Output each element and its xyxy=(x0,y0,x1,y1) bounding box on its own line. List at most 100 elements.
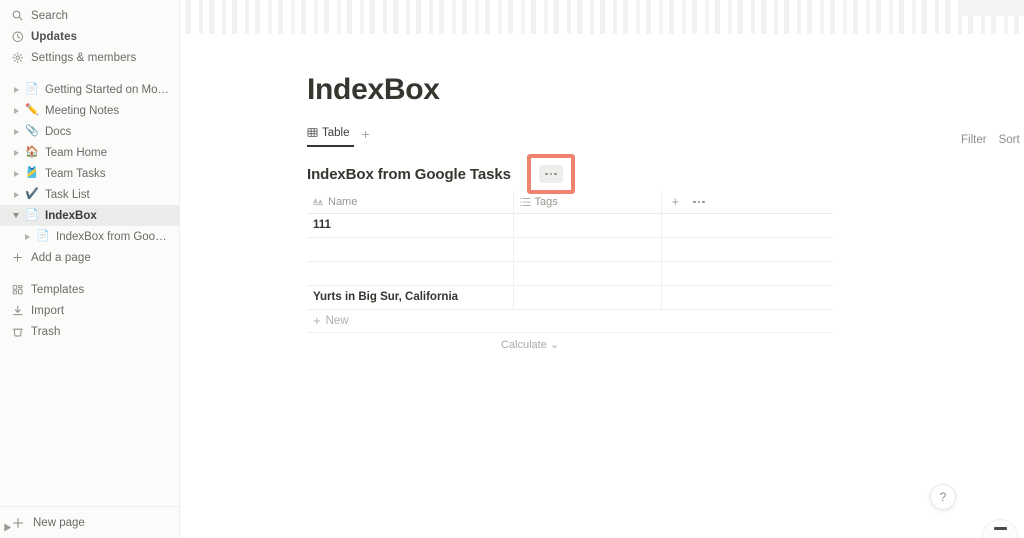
sidebar-item-label: Settings & members xyxy=(31,51,137,64)
sidebar-add-page-label: Add a page xyxy=(31,251,91,264)
sidebar-add-a-page[interactable]: Add a page xyxy=(0,247,179,268)
sidebar-item-label: Import xyxy=(31,304,65,317)
templates-icon xyxy=(10,284,25,296)
chevron-down-icon: ⌄ xyxy=(549,339,560,351)
sidebar-page-label: Team Home xyxy=(45,146,107,159)
table-header: Name Tags + xyxy=(307,191,833,214)
sidebar-page-task-list[interactable]: ✔️ Task List xyxy=(0,184,179,205)
chevron-right-icon[interactable] xyxy=(11,149,21,156)
table-icon xyxy=(307,127,318,138)
database-menu-button[interactable] xyxy=(539,165,563,183)
main-content-pane: IndexBox Table + IndexBox from Google Ta… xyxy=(180,0,1024,538)
cell-name[interactable] xyxy=(307,261,514,286)
database-toolbar: Filter Sort New xyxy=(955,129,1024,151)
text-type-icon xyxy=(313,197,324,206)
sidebar-scroll-area: Search Updates Settings & members 📄 Gett… xyxy=(0,0,179,506)
sidebar-item-label: Search xyxy=(31,9,69,22)
column-header-actions: + xyxy=(661,191,833,214)
sidebar-item-settings-members[interactable]: Settings & members xyxy=(0,47,179,68)
calculate-button[interactable]: Calculate ⌄ xyxy=(307,334,833,356)
cell-name[interactable]: 111 xyxy=(307,213,514,238)
column-header-label: Name xyxy=(328,195,358,208)
add-view-button[interactable]: + xyxy=(362,127,370,141)
table-row[interactable] xyxy=(307,237,833,262)
plus-icon: + xyxy=(313,313,321,328)
chevron-right-icon[interactable] xyxy=(11,86,21,93)
shirt-emoji-icon: 🎽 xyxy=(25,167,39,179)
filter-button[interactable]: Filter xyxy=(955,130,993,150)
house-emoji-icon: 🏠 xyxy=(25,146,39,158)
widget-bar-icon xyxy=(993,527,1007,530)
sort-button[interactable]: Sort xyxy=(993,130,1024,150)
sidebar-page-getting-started-on-mobile[interactable]: 📄 Getting Started on Mobile xyxy=(0,79,179,100)
tab-bar-rule xyxy=(307,146,833,147)
cell-empty xyxy=(661,213,833,238)
sidebar-new-page-button[interactable]: New page xyxy=(0,506,179,538)
cell-tags[interactable] xyxy=(513,237,662,262)
sidebar-item-trash[interactable]: Trash xyxy=(0,321,179,342)
sidebar-page-indexbox[interactable]: 📄 IndexBox xyxy=(0,205,179,226)
chevron-right-icon[interactable] xyxy=(11,191,21,198)
chevron-right-icon[interactable] xyxy=(11,107,21,114)
sidebar-page-label: IndexBox xyxy=(45,209,97,222)
sidebar-item-import[interactable]: Import xyxy=(0,300,179,321)
page-emoji-icon: 📄 xyxy=(36,230,50,242)
import-icon xyxy=(10,305,25,317)
chevron-right-icon[interactable] xyxy=(22,233,32,240)
sidebar-item-label: Updates xyxy=(31,30,78,43)
add-row-button[interactable]: + New xyxy=(307,310,833,333)
table-body: 111 Yurts in Big Sur, California xyxy=(307,213,833,310)
tab-label: Table xyxy=(322,126,350,139)
cell-tags[interactable] xyxy=(513,285,662,310)
chevron-down-icon[interactable] xyxy=(11,213,21,218)
table-row[interactable]: 111 xyxy=(307,213,833,238)
sidebar-page-meeting-notes[interactable]: ✏️ Meeting Notes xyxy=(0,100,179,121)
column-header-tags[interactable]: Tags xyxy=(513,191,662,214)
paperclip-emoji-icon: 📎 xyxy=(25,125,39,137)
cell-empty xyxy=(661,237,833,262)
sidebar-item-search[interactable]: Search xyxy=(0,5,179,26)
cell-name[interactable] xyxy=(307,237,514,262)
cell-tags[interactable] xyxy=(513,213,662,238)
bottom-floating-widget[interactable] xyxy=(982,519,1018,538)
cell-name[interactable]: Yurts in Big Sur, California xyxy=(307,285,514,310)
pencil-emoji-icon: ✏️ xyxy=(25,104,39,116)
column-header-name[interactable]: Name xyxy=(307,191,514,214)
trash-icon xyxy=(10,326,25,338)
view-tab-bar: Table + xyxy=(307,120,833,147)
sidebar-page-label: Team Tasks xyxy=(45,167,106,180)
notion-app-window: Search Updates Settings & members 📄 Gett… xyxy=(0,0,1024,538)
plus-icon xyxy=(10,517,26,529)
checkmark-emoji-icon: ✔️ xyxy=(25,188,39,200)
sidebar-page-label: IndexBox from Google... xyxy=(56,230,171,243)
sidebar-item-templates[interactable]: Templates xyxy=(0,279,179,300)
chevron-right-icon[interactable] xyxy=(11,128,21,135)
sidebar-page-label: Task List xyxy=(45,188,90,201)
sidebar-page-team-tasks[interactable]: 🎽 Team Tasks xyxy=(0,163,179,184)
sidebar-page-team-home[interactable]: 🏠 Team Home xyxy=(0,142,179,163)
sidebar-divider-gap xyxy=(0,268,179,279)
column-options-ellipsis-icon[interactable] xyxy=(693,200,705,203)
add-row-label: New xyxy=(325,314,349,327)
sidebar-page-indexbox-from-google[interactable]: 📄 IndexBox from Google... xyxy=(0,226,179,247)
table-row[interactable]: Yurts in Big Sur, California xyxy=(307,285,833,310)
sidebar-new-page-label: New page xyxy=(33,516,85,529)
plus-icon xyxy=(10,252,25,263)
database-title[interactable]: IndexBox from Google Tasks xyxy=(307,166,511,183)
add-column-button[interactable]: + xyxy=(672,195,680,208)
sidebar-page-label: Getting Started on Mobile xyxy=(45,83,171,96)
chevron-right-icon[interactable] xyxy=(11,170,21,177)
cell-tags[interactable] xyxy=(513,261,662,286)
help-button[interactable]: ? xyxy=(930,484,956,510)
sidebar-page-label: Docs xyxy=(45,125,72,138)
tab-table[interactable]: Table xyxy=(307,120,354,147)
database-block: IndexBox from Google Tasks Name Tags + 1… xyxy=(307,154,833,356)
cell-empty xyxy=(661,285,833,310)
sidebar-page-label: Meeting Notes xyxy=(45,104,120,117)
page-content: IndexBox Table + IndexBox from Google Ta… xyxy=(180,0,1024,356)
sidebar-page-docs[interactable]: 📎 Docs xyxy=(0,121,179,142)
cell-empty xyxy=(661,261,833,286)
sidebar-item-updates[interactable]: Updates xyxy=(0,26,179,47)
search-icon xyxy=(10,10,25,21)
table-row[interactable] xyxy=(307,261,833,286)
